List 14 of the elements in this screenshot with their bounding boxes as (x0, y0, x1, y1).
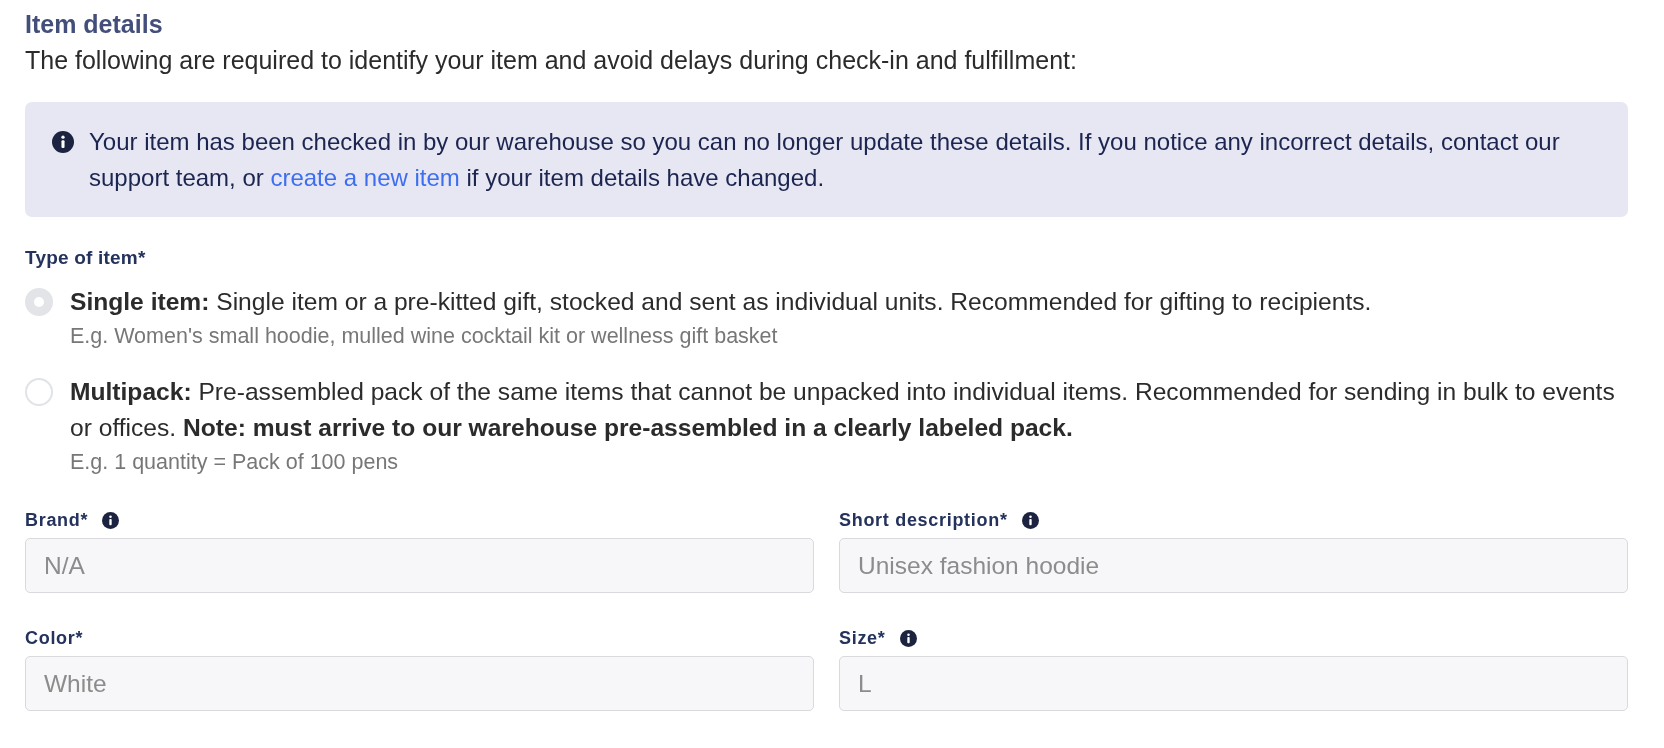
option-hint: E.g. Women's small hoodie, mulled wine cocktail kit or wellness gift basket (70, 324, 779, 348)
option-hint: E.g. 1 quantity = Pack of 100 pens (70, 450, 400, 474)
field-label: Color* (25, 627, 84, 649)
field-label: Short description* (839, 509, 1008, 531)
field-label: Brand* (25, 509, 89, 531)
field-label: Size* (839, 627, 886, 649)
section-title: Item details (25, 10, 164, 38)
notice-text: Your item has been checked in by our warehouse so you can no longer update these details. If you notice any incorrect details, contact our support team, or create a new item if your item details have changed. (89, 127, 1561, 193)
info-icon (52, 131, 74, 153)
field-label: Type of item* (25, 247, 147, 269)
option-description: Single item: Single item or a pre-kitted gift, stocked and sent as individual units. Recommended for gifting to recipients. (70, 287, 1372, 317)
create-item-link[interactable]: create a new item (270, 164, 460, 191)
option-description: Multipack: Pre-assembled pack of the same items that cannot be unpacked into individual items. Recommended for sending in bulk to events or offices. Note: must arrive to our warehouse pre-assembled in a clearly labeled pack. (70, 377, 1616, 443)
section-description: The following are required to identify your item and avoid delays during check-in and fulfillment: (25, 45, 1078, 75)
